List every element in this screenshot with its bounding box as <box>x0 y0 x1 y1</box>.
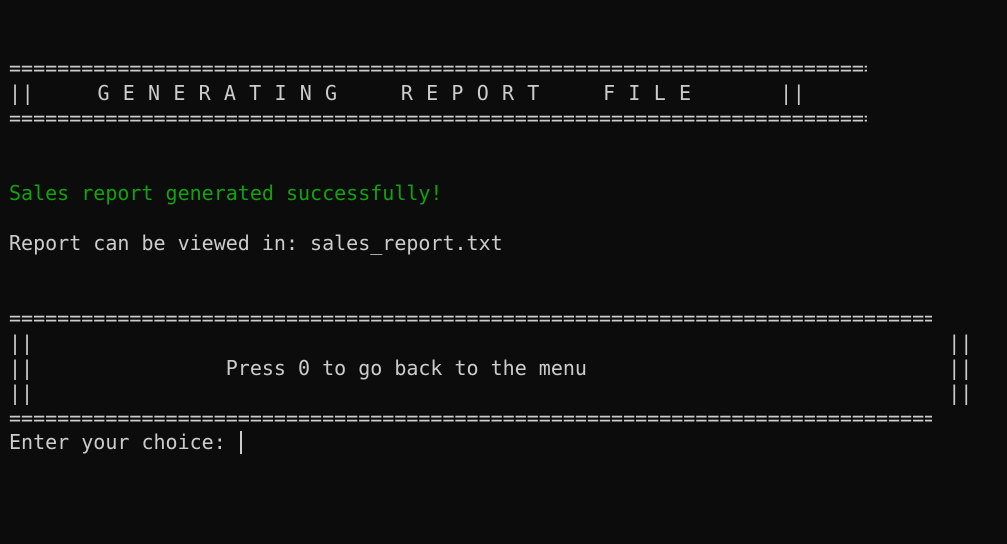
input-line[interactable]: Enter your choice: <box>9 430 242 455</box>
menu-box-blank-line: || || <box>9 331 973 355</box>
header-bottom-rule: ========================================… <box>9 106 867 130</box>
success-message: Sales report generated successfully! <box>9 181 443 205</box>
text-cursor <box>239 431 242 454</box>
menu-box-blank-line: || || <box>9 381 973 405</box>
header-top-rule: ========================================… <box>9 56 867 80</box>
header-title: || G E N E R A T I N G R E P O R T F I L… <box>9 81 806 105</box>
menu-box-bottom-rule: ========================================… <box>9 406 932 430</box>
menu-box-prompt: || Press 0 to go back to the menu || <box>9 356 973 380</box>
menu-box-top-rule: ========================================… <box>9 306 932 330</box>
report-location: Report can be viewed in: sales_report.tx… <box>9 231 503 255</box>
terminal-window[interactable]: ========================================… <box>0 0 1007 544</box>
input-prompt: Enter your choice: <box>9 430 238 454</box>
